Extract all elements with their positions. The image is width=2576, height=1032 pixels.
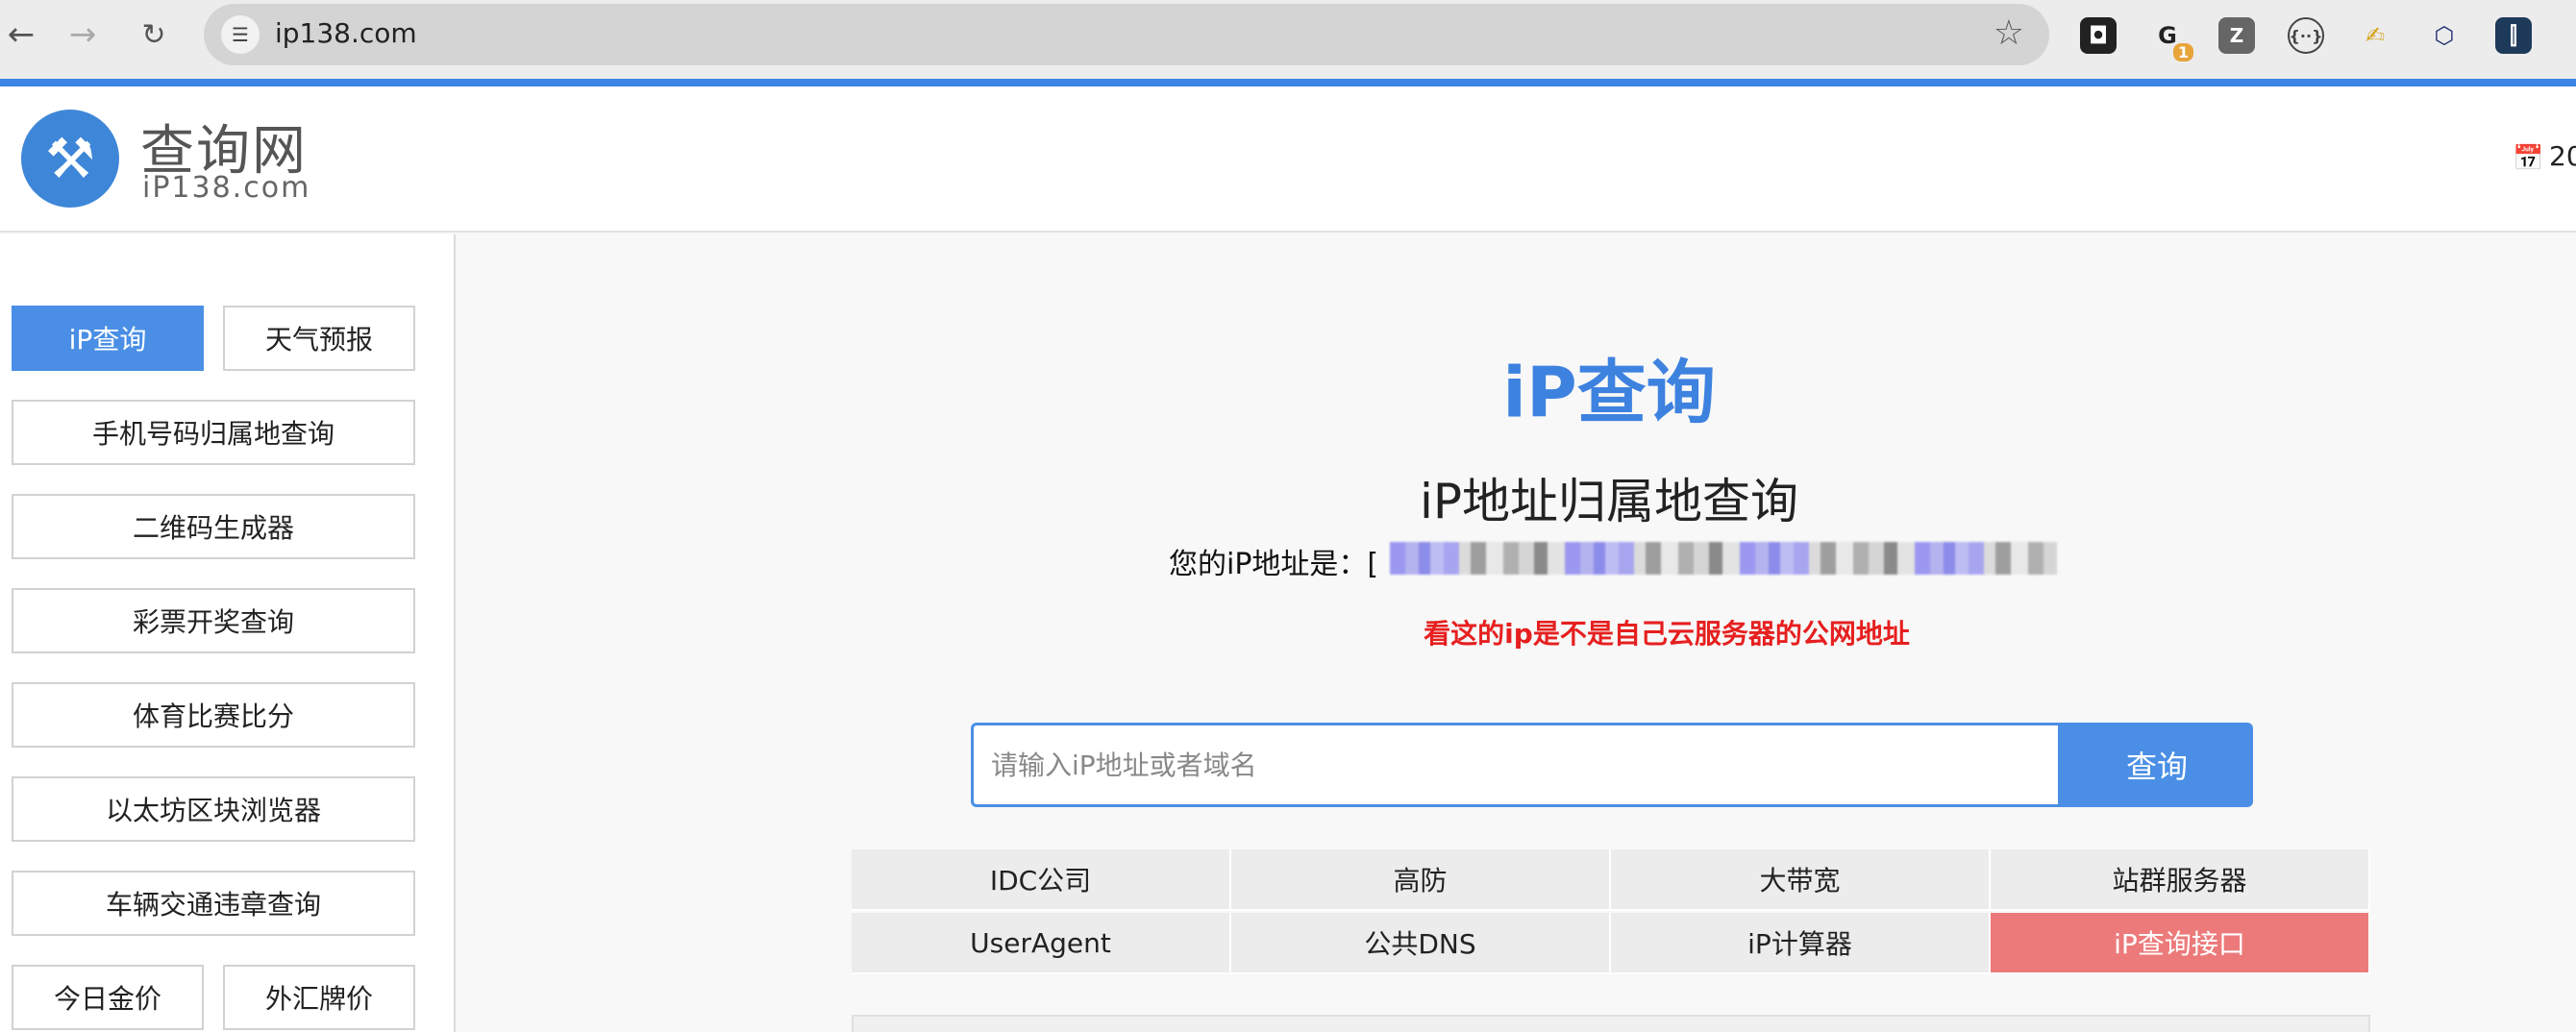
sidebar-item-sports[interactable]: 体育比赛比分 [12, 682, 415, 748]
annotation-text: 看这的ip是不是自己云服务器的公网地址 [1424, 618, 1910, 650]
extension-icon-7[interactable]: ⫿ [2495, 17, 2532, 54]
extension-icon-3[interactable]: Z [2218, 17, 2255, 54]
extension-icon-2[interactable]: G 1 [2149, 17, 2193, 61]
forward-icon[interactable]: → [62, 13, 104, 56]
sidebar-item-lottery[interactable]: 彩票开奖查询 [12, 588, 415, 653]
extension-icon-2-glyph: G [2158, 22, 2177, 49]
sidebar-item-qrcode[interactable]: 二维码生成器 [12, 494, 415, 559]
quick-links: IDC公司 高防 大带宽 站群服务器 UserAgent 公共DNS iP计算器… [852, 849, 2370, 976]
link-useragent[interactable]: UserAgent [852, 913, 1231, 974]
search-button[interactable]: 查询 [2061, 723, 2253, 807]
logo-text-en[interactable]: iP138.com [142, 171, 310, 205]
page-subtitle: iP地址归属地查询 [1419, 474, 1799, 529]
bookmark-star-icon[interactable]: ☆ [1994, 13, 2024, 53]
link-idc[interactable]: IDC公司 [852, 849, 1231, 911]
sidebar-item-ip-query[interactable]: iP查询 [12, 306, 204, 371]
header-date: 20 [2549, 140, 2576, 172]
address-url[interactable]: ip138.com [275, 17, 417, 49]
link-public-dns[interactable]: 公共DNS [1231, 913, 1611, 974]
link-cluster-server[interactable]: 站群服务器 [1991, 849, 2370, 911]
sidebar-item-gold-price[interactable]: 今日金价 [12, 965, 204, 1030]
search-input[interactable] [991, 725, 2039, 804]
search-box [971, 723, 2061, 807]
link-ddos[interactable]: 高防 [1231, 849, 1611, 911]
site-settings-icon[interactable]: ☰ [221, 15, 260, 54]
sidebar-item-forex[interactable]: 外汇牌价 [223, 965, 415, 1030]
results-panel [852, 1015, 2370, 1032]
calendar-icon: 📅 [2513, 144, 2544, 173]
ip-address-redacted[interactable] [1390, 542, 2057, 575]
logo-icon[interactable]: ⚒ [21, 110, 119, 208]
browser-toolbar: ← → ↻ ☰ ip138.com ☆ ◘ G 1 Z {··} ✍ ⬡ ⫿ [0, 0, 2576, 79]
site-header: ⚒ 查询网 iP138.com 📅 20 [0, 86, 2576, 233]
page-title: iP查询 [1502, 352, 1716, 433]
link-bandwidth[interactable]: 大带宽 [1611, 849, 1991, 911]
extension-badge: 1 [2172, 43, 2193, 61]
extension-icon-5[interactable]: ✍ [2357, 17, 2393, 54]
sidebar-item-weather[interactable]: 天气预报 [223, 306, 415, 371]
address-bar[interactable]: ☰ ip138.com ☆ [204, 4, 2049, 65]
link-ip-api[interactable]: iP查询接口 [1991, 913, 2370, 974]
link-ip-calculator[interactable]: iP计算器 [1611, 913, 1991, 974]
extension-icon-6[interactable]: ⬡ [2426, 17, 2463, 54]
page-load-bar [0, 79, 2576, 86]
sidebar-item-phone-lookup[interactable]: 手机号码归属地查询 [12, 400, 415, 465]
back-icon[interactable]: ← [0, 13, 42, 56]
extension-icon-1[interactable]: ◘ [2080, 17, 2117, 54]
extension-icon-4[interactable]: {··} [2288, 17, 2324, 54]
sidebar-item-traffic[interactable]: 车辆交通违章查询 [12, 871, 415, 936]
reload-icon[interactable]: ↻ [133, 13, 175, 56]
ip-address-label: 您的iP地址是：[ [1169, 548, 1379, 581]
sidebar-item-ethereum[interactable]: 以太坊区块浏览器 [12, 776, 415, 842]
